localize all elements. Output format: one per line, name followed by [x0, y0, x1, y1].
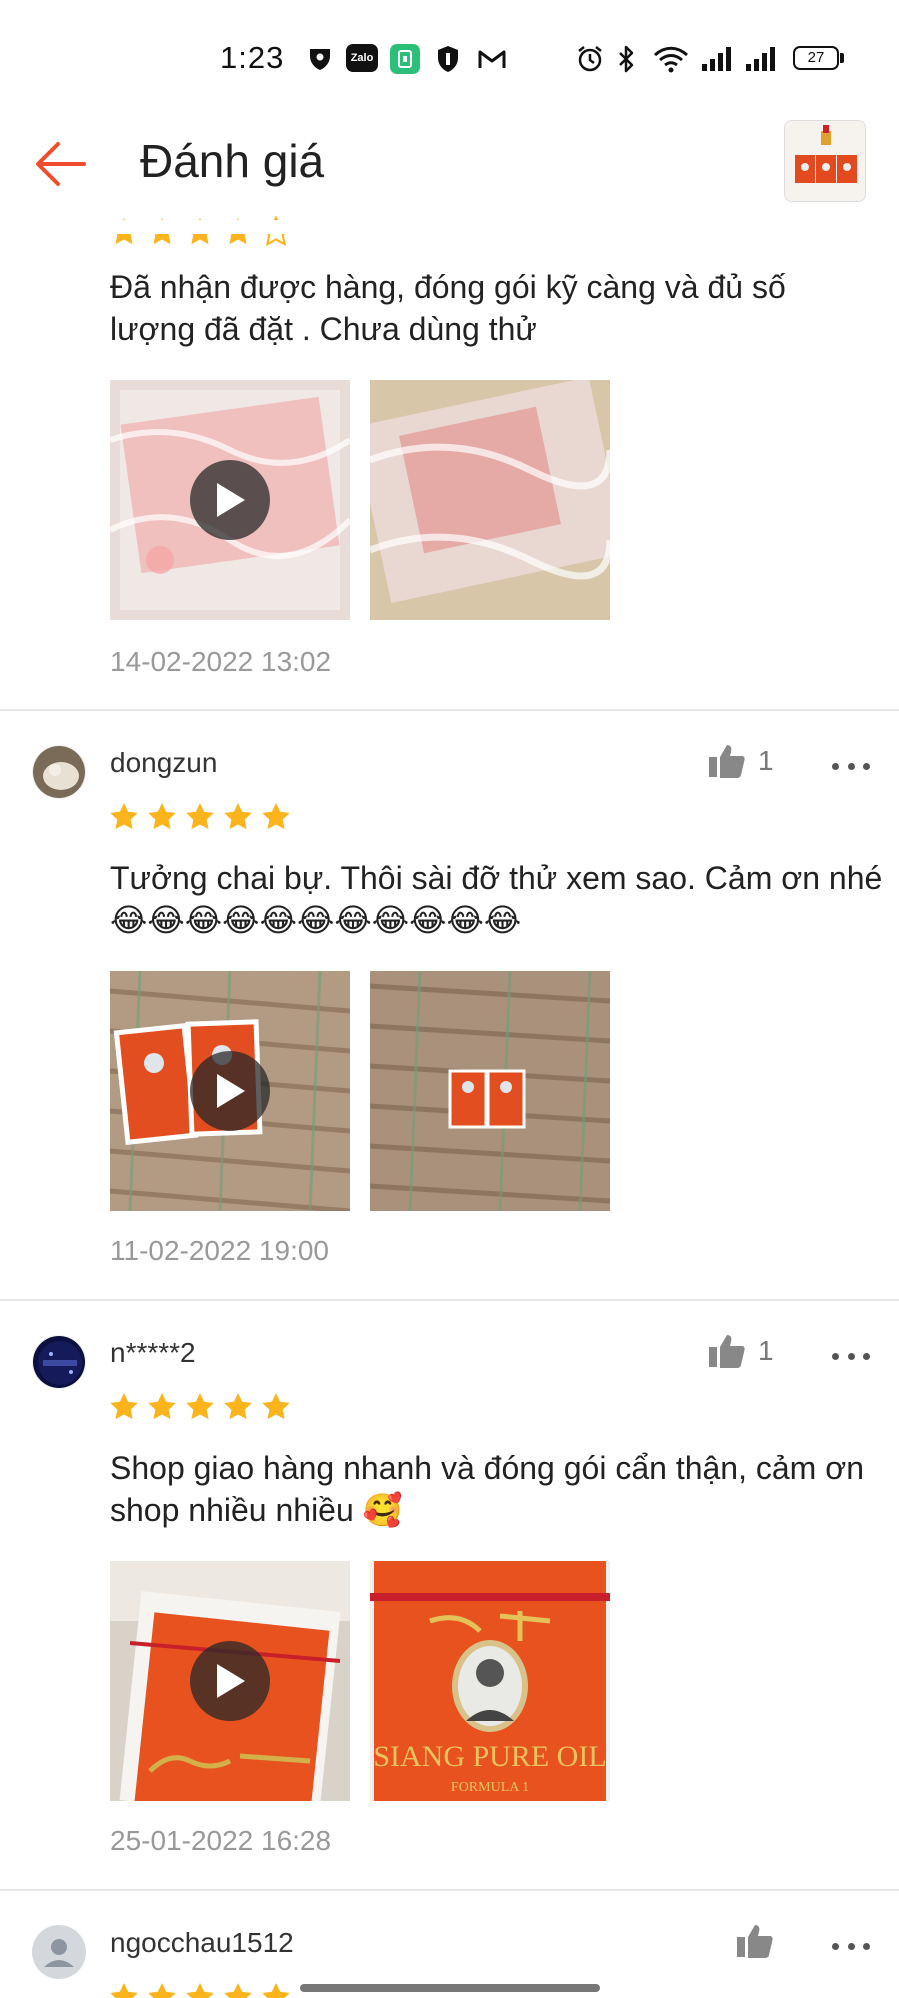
review-media: SIANG PURE OIL FORMULA 1: [110, 1561, 610, 1801]
review-date: 11-02-2022 19:00: [110, 1235, 329, 1266]
product-formula-text: FORMULA 1: [451, 1780, 529, 1795]
divider: [0, 1299, 899, 1301]
review-photo-thumbnail[interactable]: SIANG PURE OIL FORMULA 1: [370, 1561, 610, 1801]
packaging-photo-image: [370, 380, 610, 620]
security-icon: [434, 44, 462, 74]
thumbs-up-icon: [737, 1925, 773, 1958]
review-text: Đã nhận được hàng, đóng gói kỹ càng và đ…: [110, 269, 786, 347]
review-video-thumbnail[interactable]: [110, 380, 350, 620]
review-photo-thumbnail[interactable]: [370, 380, 610, 620]
product-label-text: SIANG PURE OIL: [373, 1740, 606, 1773]
like-button[interactable]: [736, 1923, 774, 1959]
signal-icon: [700, 44, 734, 74]
star-filled-icon: [224, 803, 252, 830]
review-photo-thumbnail[interactable]: [370, 971, 610, 1211]
review-text: Tưởng chai bự. Thôi sài đỡ thử xem sao. …: [110, 860, 883, 938]
star-filled-icon: [110, 803, 138, 830]
green-app-icon: [390, 44, 420, 74]
status-bar: 1:23 Zalo 27: [0, 0, 899, 120]
shield-vpn-icon: [306, 44, 334, 74]
star-filled-icon: [110, 1983, 138, 1998]
review-media: [110, 971, 610, 1211]
review-video-thumbnail[interactable]: [110, 971, 350, 1211]
product-boxes-photo-image: [370, 971, 610, 1211]
like-button[interactable]: 1: [708, 743, 774, 779]
star-filled-icon: [148, 1393, 176, 1420]
header-overlap: [0, 220, 899, 234]
product-thumbnail[interactable]: [784, 120, 866, 202]
star-filled-icon: [110, 1393, 138, 1420]
page-title: Đánh giá: [140, 135, 325, 187]
divider: [0, 1889, 899, 1891]
rating-stars: [108, 801, 292, 833]
status-time: 1:23: [220, 40, 285, 75]
star-filled-icon: [262, 1983, 290, 1998]
arrow-left-icon: [36, 142, 86, 186]
thumbs-up-icon: [709, 745, 745, 778]
bluetooth-icon: [614, 44, 638, 74]
avatar[interactable]: [32, 745, 86, 799]
star-filled-icon: [262, 803, 290, 830]
wifi-icon: [652, 44, 690, 74]
app-header: Đánh giá: [0, 110, 899, 220]
review-date: 14-02-2022 13:02: [110, 646, 332, 677]
product-image: [785, 121, 865, 201]
star-filled-icon: [224, 1983, 252, 1998]
star-filled-icon: [262, 1393, 290, 1420]
back-button[interactable]: [28, 132, 92, 196]
default-avatar-icon[interactable]: [32, 1925, 86, 1979]
star-filled-icon: [186, 1983, 214, 1998]
more-options-button[interactable]: [832, 1931, 870, 1961]
star-filled-icon: [224, 1393, 252, 1420]
play-icon[interactable]: [190, 1641, 270, 1721]
divider: [0, 709, 899, 711]
play-icon[interactable]: [190, 460, 270, 540]
username[interactable]: dongzun: [110, 747, 217, 779]
battery-icon: 27: [793, 46, 839, 70]
star-filled-icon: [186, 1393, 214, 1420]
gmail-icon: [476, 44, 508, 74]
star-filled-icon: [186, 803, 214, 830]
rating-stars: [108, 1391, 292, 1423]
zalo-icon: Zalo: [346, 44, 378, 72]
review-text: Shop giao hàng nhanh và đóng gói cẩn thậ…: [110, 1450, 864, 1528]
product-box-photo-image: SIANG PURE OIL FORMULA 1: [370, 1561, 610, 1801]
rating-stars: [108, 1981, 292, 1998]
signal-icon: [744, 44, 778, 74]
star-filled-icon: [148, 1983, 176, 1998]
like-count: 1: [758, 1335, 774, 1366]
review-media: [110, 380, 610, 620]
username[interactable]: ngocchau1512: [110, 1927, 294, 1959]
alarm-icon: [575, 44, 605, 74]
play-icon[interactable]: [190, 1051, 270, 1131]
star-filled-icon: [148, 803, 176, 830]
avatar[interactable]: [32, 1335, 86, 1389]
like-count: 1: [758, 745, 774, 776]
review-video-thumbnail[interactable]: [110, 1561, 350, 1801]
username[interactable]: n*****2: [110, 1337, 196, 1369]
review-date: 25-01-2022 16:28: [110, 1825, 332, 1856]
more-options-button[interactable]: [832, 751, 870, 781]
home-indicator[interactable]: [300, 1984, 600, 1992]
like-button[interactable]: 1: [708, 1333, 774, 1369]
thumbs-up-icon: [709, 1335, 745, 1368]
more-options-button[interactable]: [832, 1341, 870, 1371]
battery-tip: [840, 53, 844, 63]
